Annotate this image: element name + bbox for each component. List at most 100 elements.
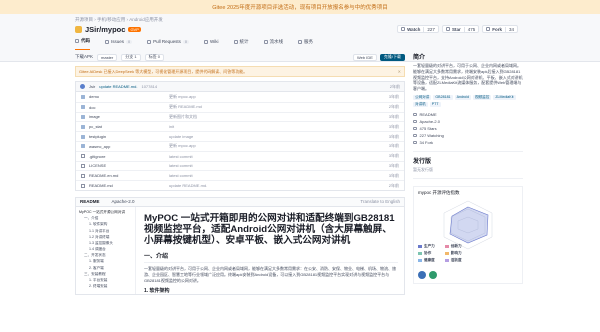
file-name[interactable]: README.en.md	[89, 173, 169, 178]
stat-readme[interactable]: README	[413, 111, 523, 118]
tab-stats[interactable]: 统计	[233, 39, 249, 50]
fork-button[interactable]: Fork 34	[482, 25, 518, 33]
file-row[interactable]: testplugin update image 3年前	[76, 131, 404, 141]
file-commit-message[interactable]: latest commit	[169, 163, 289, 168]
translate-link[interactable]: Translate to English	[360, 199, 400, 204]
file-commit-message[interactable]: latest commit	[169, 173, 289, 178]
stat-stars[interactable]: 475 Stars	[413, 125, 523, 132]
toc-item[interactable]: 2. 终端安装	[79, 284, 132, 290]
topic-tag[interactable]: GB28181	[433, 94, 453, 100]
topic-tag[interactable]: 对讲机	[413, 101, 428, 107]
file-name[interactable]: wasmc_app	[89, 144, 169, 149]
readme-paragraph: 一套轻量级的对讲平台，可用于公网、企业内网或者局域网，能够在满足大多数常用需求：…	[144, 265, 396, 283]
topic-tag[interactable]: 公网对讲	[413, 94, 432, 100]
file-commit-message[interactable]: init	[169, 124, 289, 129]
file-commit-message[interactable]: 更新 mpoc.app	[169, 94, 289, 100]
topic-tag[interactable]: PTT	[429, 101, 441, 107]
download-apk-link[interactable]: 下载APK	[75, 54, 93, 60]
branch-select[interactable]: master	[97, 53, 118, 61]
watch-count[interactable]: 227	[423, 26, 438, 32]
file-name[interactable]: .gitignore	[89, 154, 169, 159]
banner-text: Gitee 2025年度开源项目评选活动，现有项目开放报名参与中的优秀项目	[212, 5, 388, 11]
file-row[interactable]: README.en.md latest commit 3年前	[76, 170, 404, 180]
file-commit-message[interactable]: latest commit	[169, 154, 289, 159]
stat-forks[interactable]: 34 Fork	[413, 139, 523, 146]
commit-author[interactable]: Jsir	[89, 84, 95, 89]
wiki-icon	[204, 39, 209, 44]
tab-code[interactable]: 代码	[75, 38, 90, 50]
topic-tag[interactable]: Android	[454, 94, 471, 100]
fork-icon	[486, 27, 491, 31]
tab-pull-requests[interactable]: Pull Requests 0	[147, 39, 190, 49]
file-row[interactable]: demo 更新 mpoc.app 3年前	[76, 92, 404, 102]
file-commit-message[interactable]: 更新图片和文档	[169, 114, 289, 120]
commit-hash[interactable]: 1077814	[141, 84, 157, 89]
file-commit-message[interactable]: 更新 README.md	[169, 104, 289, 110]
tab-issues[interactable]: Issues 0	[105, 39, 133, 49]
tab-license[interactable]: Apache-2.0	[112, 199, 135, 204]
watch-label: Watch	[407, 26, 421, 32]
tab-wiki[interactable]: Wiki	[204, 39, 219, 49]
file-row[interactable]: .gitignore latest commit 3年前	[76, 150, 404, 161]
release-title: 发行版	[413, 158, 432, 165]
stat-text: 475 Stars	[419, 125, 437, 131]
radar-area	[449, 206, 489, 244]
tab-readme[interactable]: README	[80, 199, 100, 204]
topic-tag[interactable]: 视频监控	[472, 94, 492, 100]
file-commit-message[interactable]: 更新 mpoc.app	[169, 143, 289, 149]
file-name[interactable]: image	[89, 114, 169, 119]
readme-body: MyPOC 一站式开源公网对讲 一、介绍 1. 软件架构 1.1 对讲平台 1.…	[75, 206, 405, 295]
breadcrumb[interactable]: 开源项目 › 手机/移动应用 › Android应用开发	[75, 17, 163, 23]
stat-text: README	[419, 111, 437, 117]
file-name[interactable]: demo	[89, 94, 169, 99]
file-commit-message[interactable]: update README.md.	[169, 183, 289, 188]
watch-button[interactable]: Watch 227	[397, 25, 439, 33]
fork-count[interactable]: 34	[504, 26, 517, 32]
star-count[interactable]: 475	[463, 26, 479, 32]
file-name[interactable]: LICENSE	[89, 163, 169, 168]
clone-download-button[interactable]: 克隆/下载	[379, 53, 405, 61]
tab-pipeline[interactable]: 流水线	[263, 38, 284, 50]
tags-link[interactable]: 标签 0	[144, 53, 164, 61]
file-name[interactable]: doc	[89, 105, 169, 110]
stat-watching[interactable]: 227 Watching	[413, 132, 523, 139]
avatar[interactable]	[429, 270, 437, 279]
file-row[interactable]: LICENSE latest commit 3年前	[76, 160, 404, 171]
code-panel: 下载APK master 分支 1 标签 0 Web IDE 克隆/下载 Git…	[75, 52, 405, 295]
tab-count: 0	[126, 39, 133, 44]
tab-label: 流水线	[269, 38, 284, 44]
legend-item: 协作	[418, 251, 435, 256]
eval-index-panel: mypoc 开源评估指数 生产力 创新力 协作 影响力 健康度 活跃度	[413, 185, 523, 284]
commit-message[interactable]: update README.md.	[99, 84, 137, 89]
file-name[interactable]: testplugin	[89, 134, 169, 139]
file-row[interactable]: doc 更新 README.md 2年前	[76, 101, 404, 112]
legend-swatch	[444, 251, 449, 255]
branches-link[interactable]: 分支 1	[121, 53, 141, 61]
legend-swatch	[418, 244, 422, 248]
avatar[interactable]	[80, 84, 85, 89]
stat-license[interactable]: Apache-2.0	[413, 118, 523, 125]
legend-label: 健康度	[424, 257, 435, 262]
file-name[interactable]: pc_stat	[89, 124, 169, 129]
announcement-banner[interactable]: Gitee 2025年度开源项目评选活动，现有项目开放报名参与中的优秀项目	[0, 0, 600, 14]
star-button[interactable]: Star 475	[441, 25, 480, 33]
legend-item: 创新力	[444, 244, 462, 249]
code-icon	[75, 39, 79, 43]
file-time: 2年前	[388, 104, 399, 110]
tab-service[interactable]: 服务	[298, 39, 313, 50]
avatar[interactable]	[418, 270, 426, 279]
file-commit-message[interactable]: update image	[169, 134, 289, 139]
topic-tag[interactable]: ZLMediaKit	[493, 94, 516, 100]
tab-label: Issues	[111, 39, 125, 44]
repo-name[interactable]: JSir/mypoc	[85, 25, 125, 34]
folder-icon	[81, 105, 85, 110]
file-name[interactable]: README.md	[89, 183, 169, 188]
file-icon	[81, 173, 85, 178]
file-row[interactable]: wasmc_app 更新 mpoc.app 3年前	[76, 140, 404, 151]
file-row[interactable]: image 更新图片和文档 3年前	[76, 111, 404, 122]
file-row[interactable]: README.md update README.md. 2年前	[76, 180, 404, 190]
close-icon[interactable]: ✕	[398, 69, 401, 74]
eye-icon	[401, 27, 406, 31]
web-ide-button[interactable]: Web IDE	[352, 53, 377, 61]
file-row[interactable]: pc_stat init 3年前	[76, 121, 404, 131]
